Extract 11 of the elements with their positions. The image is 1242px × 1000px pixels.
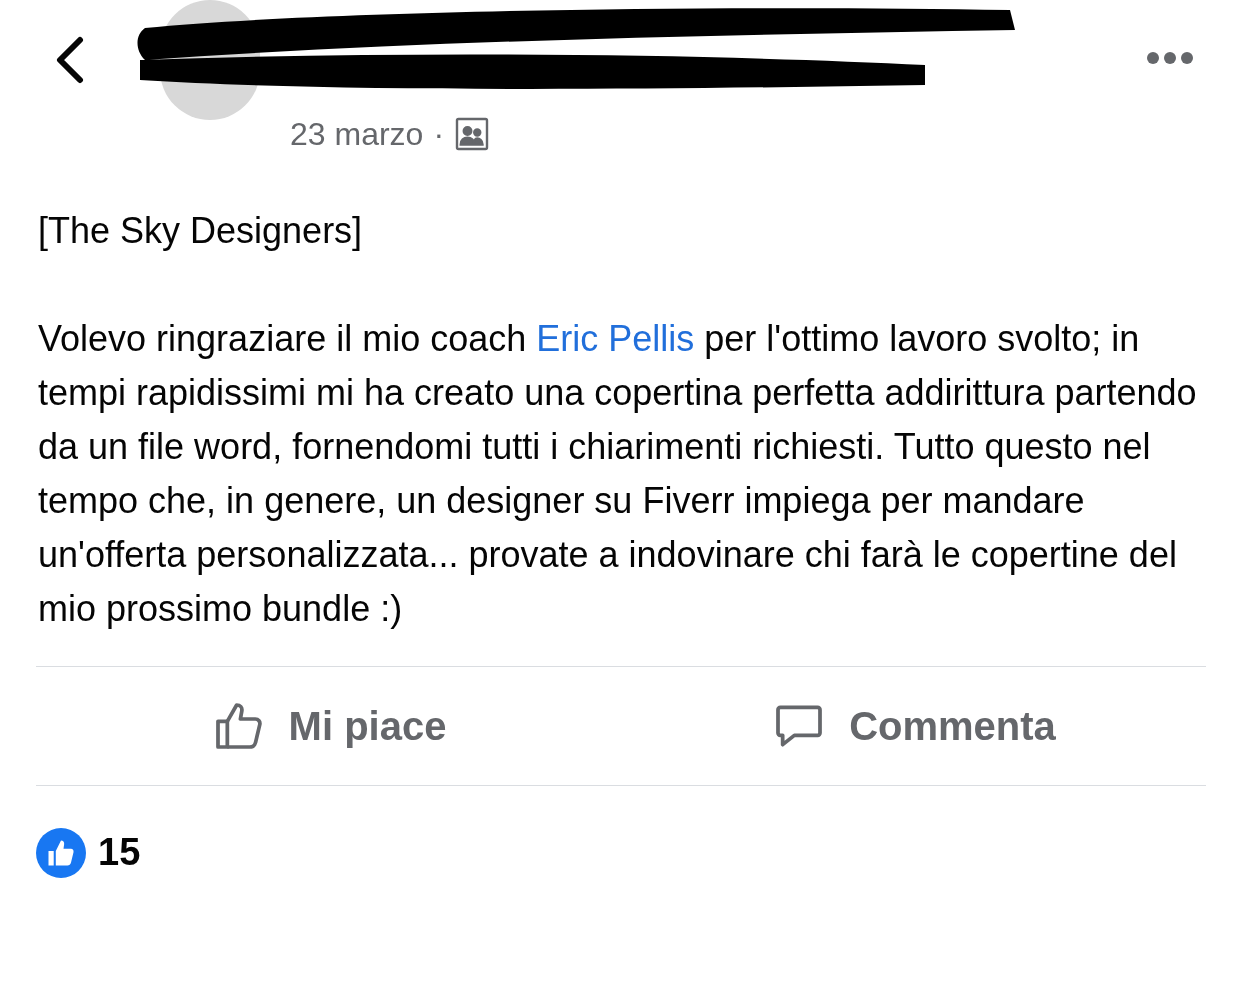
group-icon <box>454 116 491 152</box>
mention-link[interactable]: Eric Pellis <box>536 318 695 359</box>
reaction-count[interactable]: 15 <box>98 824 141 881</box>
comment-button[interactable]: Commenta <box>621 696 1206 756</box>
post-date[interactable]: 23 marzo <box>290 110 424 158</box>
separator: · <box>433 115 445 154</box>
post-heading: [The Sky Designers] <box>38 209 364 253</box>
like-reaction-icon <box>36 827 86 878</box>
more-icon[interactable] <box>1145 50 1195 66</box>
like-button[interactable]: Mi piace <box>36 696 621 756</box>
post-text: Volevo ringraziare il mio coach Eric Pellis per l'ottimo lavoro svolto; in tempi rapidissimi mi ha creato una copertina perfetta addirittura partendo da un file word, fornendomi tutti i chiarimenti richiesti. Tutto questo nel tempo che, in genere, un designer su Fiverr impiega per mandare un'offerta personalizzata... provate a indovinare chi farà le copertine del mio prossimo bundle :) <box>38 317 1198 631</box>
